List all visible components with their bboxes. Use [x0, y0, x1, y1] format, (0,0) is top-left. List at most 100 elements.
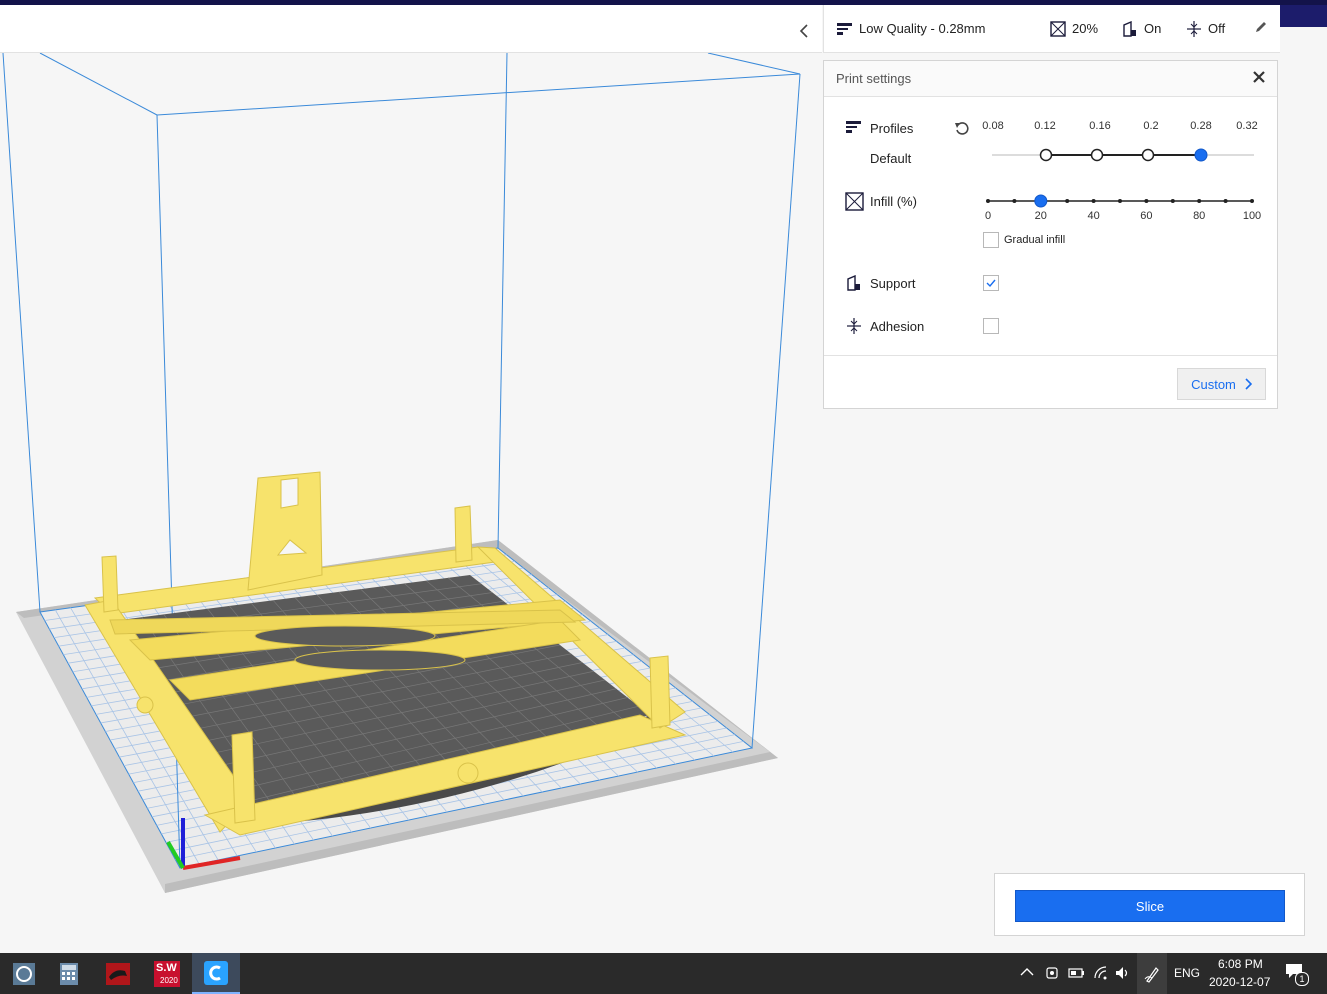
reset-profile-button[interactable]: [954, 120, 970, 141]
stage-header: [0, 5, 822, 53]
action-center-button[interactable]: 1: [1285, 963, 1309, 986]
slice-panel: Slice: [994, 873, 1305, 936]
pencil-icon: [1256, 22, 1266, 32]
cura-icon: [204, 960, 228, 985]
clock-date[interactable]: 2020-12-07: [1209, 975, 1270, 989]
custom-button-label: Custom: [1191, 376, 1236, 392]
infill-icon: [845, 192, 864, 211]
adhesion-checkbox[interactable]: [983, 318, 999, 334]
window-corner: [1279, 5, 1327, 27]
solidworks-year: 2020: [160, 975, 178, 985]
infill-step-dot: [1144, 199, 1149, 203]
edit-settings-button[interactable]: [1254, 20, 1268, 37]
infill-icon: [1050, 20, 1066, 37]
layer-height-tick: 0.28: [1190, 120, 1212, 132]
adhesion-icon: [1187, 20, 1201, 37]
solidworks-button[interactable]: S.W 2020: [143, 953, 191, 994]
infill-step-dot: [1197, 199, 1202, 203]
layer-step-0.28-selected[interactable]: [1194, 148, 1208, 162]
support-checkbox[interactable]: [983, 275, 999, 291]
custom-settings-button[interactable]: Custom: [1177, 368, 1266, 400]
infill-step-dot: [1118, 199, 1122, 203]
infill-step-dot: [1250, 199, 1254, 203]
infill-step-dot: [986, 199, 990, 203]
profile-value: Default: [870, 151, 912, 166]
infill-step-dot: [1223, 199, 1228, 203]
infill-tick-label: 60: [1140, 210, 1153, 222]
infill-tick-label: 100: [1242, 210, 1262, 222]
infill-tick-label: 0: [984, 210, 992, 222]
layer-height-tick: 0.32: [1236, 120, 1258, 132]
support-value: On: [1144, 21, 1162, 36]
layer-height-tick: 0.08: [982, 120, 1004, 132]
notification-count: 1: [1295, 972, 1309, 986]
volume-icon[interactable]: [1115, 966, 1131, 980]
collapse-panel-button[interactable]: [794, 21, 814, 41]
close-panel-button[interactable]: [1253, 70, 1265, 88]
support-label: Support: [870, 276, 916, 291]
print-settings-panel: Print settings Profiles Default 0.08 0.12…: [823, 60, 1278, 409]
quality-label: Low Quality - 0.28mm: [859, 21, 986, 36]
cortana-icon: [13, 962, 35, 985]
chevron-left-icon: [799, 24, 808, 38]
infill-label: Infill (%): [870, 194, 917, 209]
layer-step-0.12[interactable]: [1039, 148, 1053, 162]
layer-height-tick: 0.2: [1143, 120, 1159, 132]
solidworks-icon: S.W 2020: [154, 960, 180, 987]
layer-height-tick: 0.12: [1034, 120, 1056, 132]
gradual-infill-checkbox[interactable]: [983, 232, 999, 248]
windows-taskbar: S.W 2020 ENG 6:08 PM 2020-12-07 1: [0, 953, 1327, 994]
layer-height-tick: 0.16: [1089, 120, 1111, 132]
meet-now-icon[interactable]: [1045, 965, 1059, 981]
pen-workspace-button[interactable]: [1137, 953, 1167, 994]
infill-step-dot: [1170, 199, 1175, 203]
gradual-infill-label: Gradual infill: [1004, 234, 1066, 246]
infill-step-dot: [1065, 199, 1070, 203]
print-setup-summary[interactable]: Low Quality - 0.28mm 20% On Off: [823, 5, 1280, 53]
support-summary[interactable]: On: [1122, 20, 1162, 37]
solidworks-badge: S.W: [156, 961, 177, 974]
adhesion-label: Adhesion: [870, 319, 925, 334]
battery-icon[interactable]: [1068, 966, 1086, 980]
chevron-up-icon[interactable]: [1020, 967, 1034, 977]
panel-header: Print settings: [824, 61, 1277, 97]
calculator-button[interactable]: [45, 953, 93, 994]
support-icon: [1123, 20, 1136, 37]
layer-height-slider[interactable]: [984, 145, 1259, 165]
quality-profile-summary[interactable]: Low Quality - 0.28mm: [837, 21, 985, 36]
adhesion-value: Off: [1208, 21, 1226, 36]
profile-icon: [846, 121, 861, 133]
layer-step-0.16[interactable]: [1090, 148, 1104, 162]
infill-handle[interactable]: [1034, 194, 1048, 208]
infill-slider[interactable]: [982, 191, 1262, 211]
layer-step-0.2[interactable]: [1141, 148, 1155, 162]
adhesion-summary[interactable]: Off: [1186, 20, 1226, 37]
infill-step-dot: [1012, 199, 1017, 203]
input-language[interactable]: ENG: [1174, 966, 1200, 980]
panel-divider: [824, 355, 1277, 356]
calculator-icon: [60, 962, 78, 985]
viewer-icon: [106, 962, 130, 985]
reset-icon: [955, 122, 969, 135]
pen-icon: [1144, 966, 1159, 983]
infill-tick-label: 80: [1193, 210, 1206, 222]
infill-tick-label: 20: [1034, 210, 1047, 222]
slice-button[interactable]: Slice: [1015, 890, 1285, 922]
infill-summary[interactable]: 20%: [1050, 20, 1099, 37]
adhesion-icon: [847, 318, 861, 334]
chevron-right-icon: [1245, 378, 1252, 390]
infill-tick-label: 40: [1087, 210, 1100, 222]
panel-title: Print settings: [836, 71, 912, 86]
viewer-button[interactable]: [94, 953, 142, 994]
cura-button[interactable]: [192, 953, 240, 994]
support-icon: [847, 275, 860, 291]
cortana-button[interactable]: [0, 953, 48, 994]
profile-icon: [837, 22, 852, 35]
infill-value: 20%: [1072, 21, 1099, 36]
checkmark-icon: [986, 279, 996, 288]
wifi-icon[interactable]: [1094, 966, 1110, 980]
clock-time[interactable]: 6:08 PM: [1218, 957, 1263, 971]
infill-step-dot: [1091, 199, 1096, 203]
profiles-label: Profiles: [870, 121, 914, 136]
close-icon: [1253, 70, 1265, 83]
